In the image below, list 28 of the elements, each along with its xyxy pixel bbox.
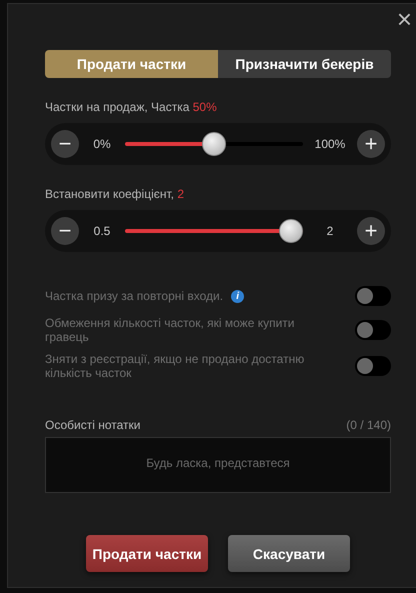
toggle-switch[interactable] xyxy=(355,320,391,340)
max-value: 2 xyxy=(326,224,334,238)
option-label: Обмеження кількості часток, які може купити гравець xyxy=(45,316,294,344)
plus-button[interactable]: + xyxy=(357,130,385,158)
notes-label: Особисті нотатки xyxy=(45,418,140,432)
close-button[interactable]: × xyxy=(392,6,416,32)
slider-label: Встановити коефіцієнт, 2 xyxy=(45,187,186,201)
char-counter: (0 / 140) xyxy=(346,418,391,432)
toggle-switch[interactable] xyxy=(355,356,391,376)
max-value: 100% xyxy=(314,137,346,151)
info-icon[interactable]: i xyxy=(231,290,244,304)
slider-thumb[interactable] xyxy=(202,132,226,156)
option-label: Частка призу за повторні входи. xyxy=(45,288,224,303)
toggle-switch[interactable] xyxy=(355,286,391,306)
slider[interactable] xyxy=(125,219,303,243)
option-label: Зняти з реєстрації, якщо не продано достатню кількість часток xyxy=(45,352,304,380)
cancel-button[interactable]: Скасувати xyxy=(228,535,350,572)
tab[interactable]: Призначити бекерів xyxy=(218,50,391,78)
minus-button[interactable]: − xyxy=(51,217,79,245)
minus-button[interactable]: − xyxy=(51,130,79,158)
plus-button[interactable]: + xyxy=(357,217,385,245)
notes-field[interactable]: Будь ласка, представтеся xyxy=(45,437,391,493)
min-value: 0.5 xyxy=(92,224,112,238)
slider[interactable] xyxy=(125,132,303,156)
sell-button[interactable]: Продати частки xyxy=(86,535,208,572)
min-value: 0% xyxy=(92,137,112,151)
slider-label: Частки на продаж, Частка 50% xyxy=(45,100,218,114)
slider-thumb[interactable] xyxy=(279,219,303,243)
